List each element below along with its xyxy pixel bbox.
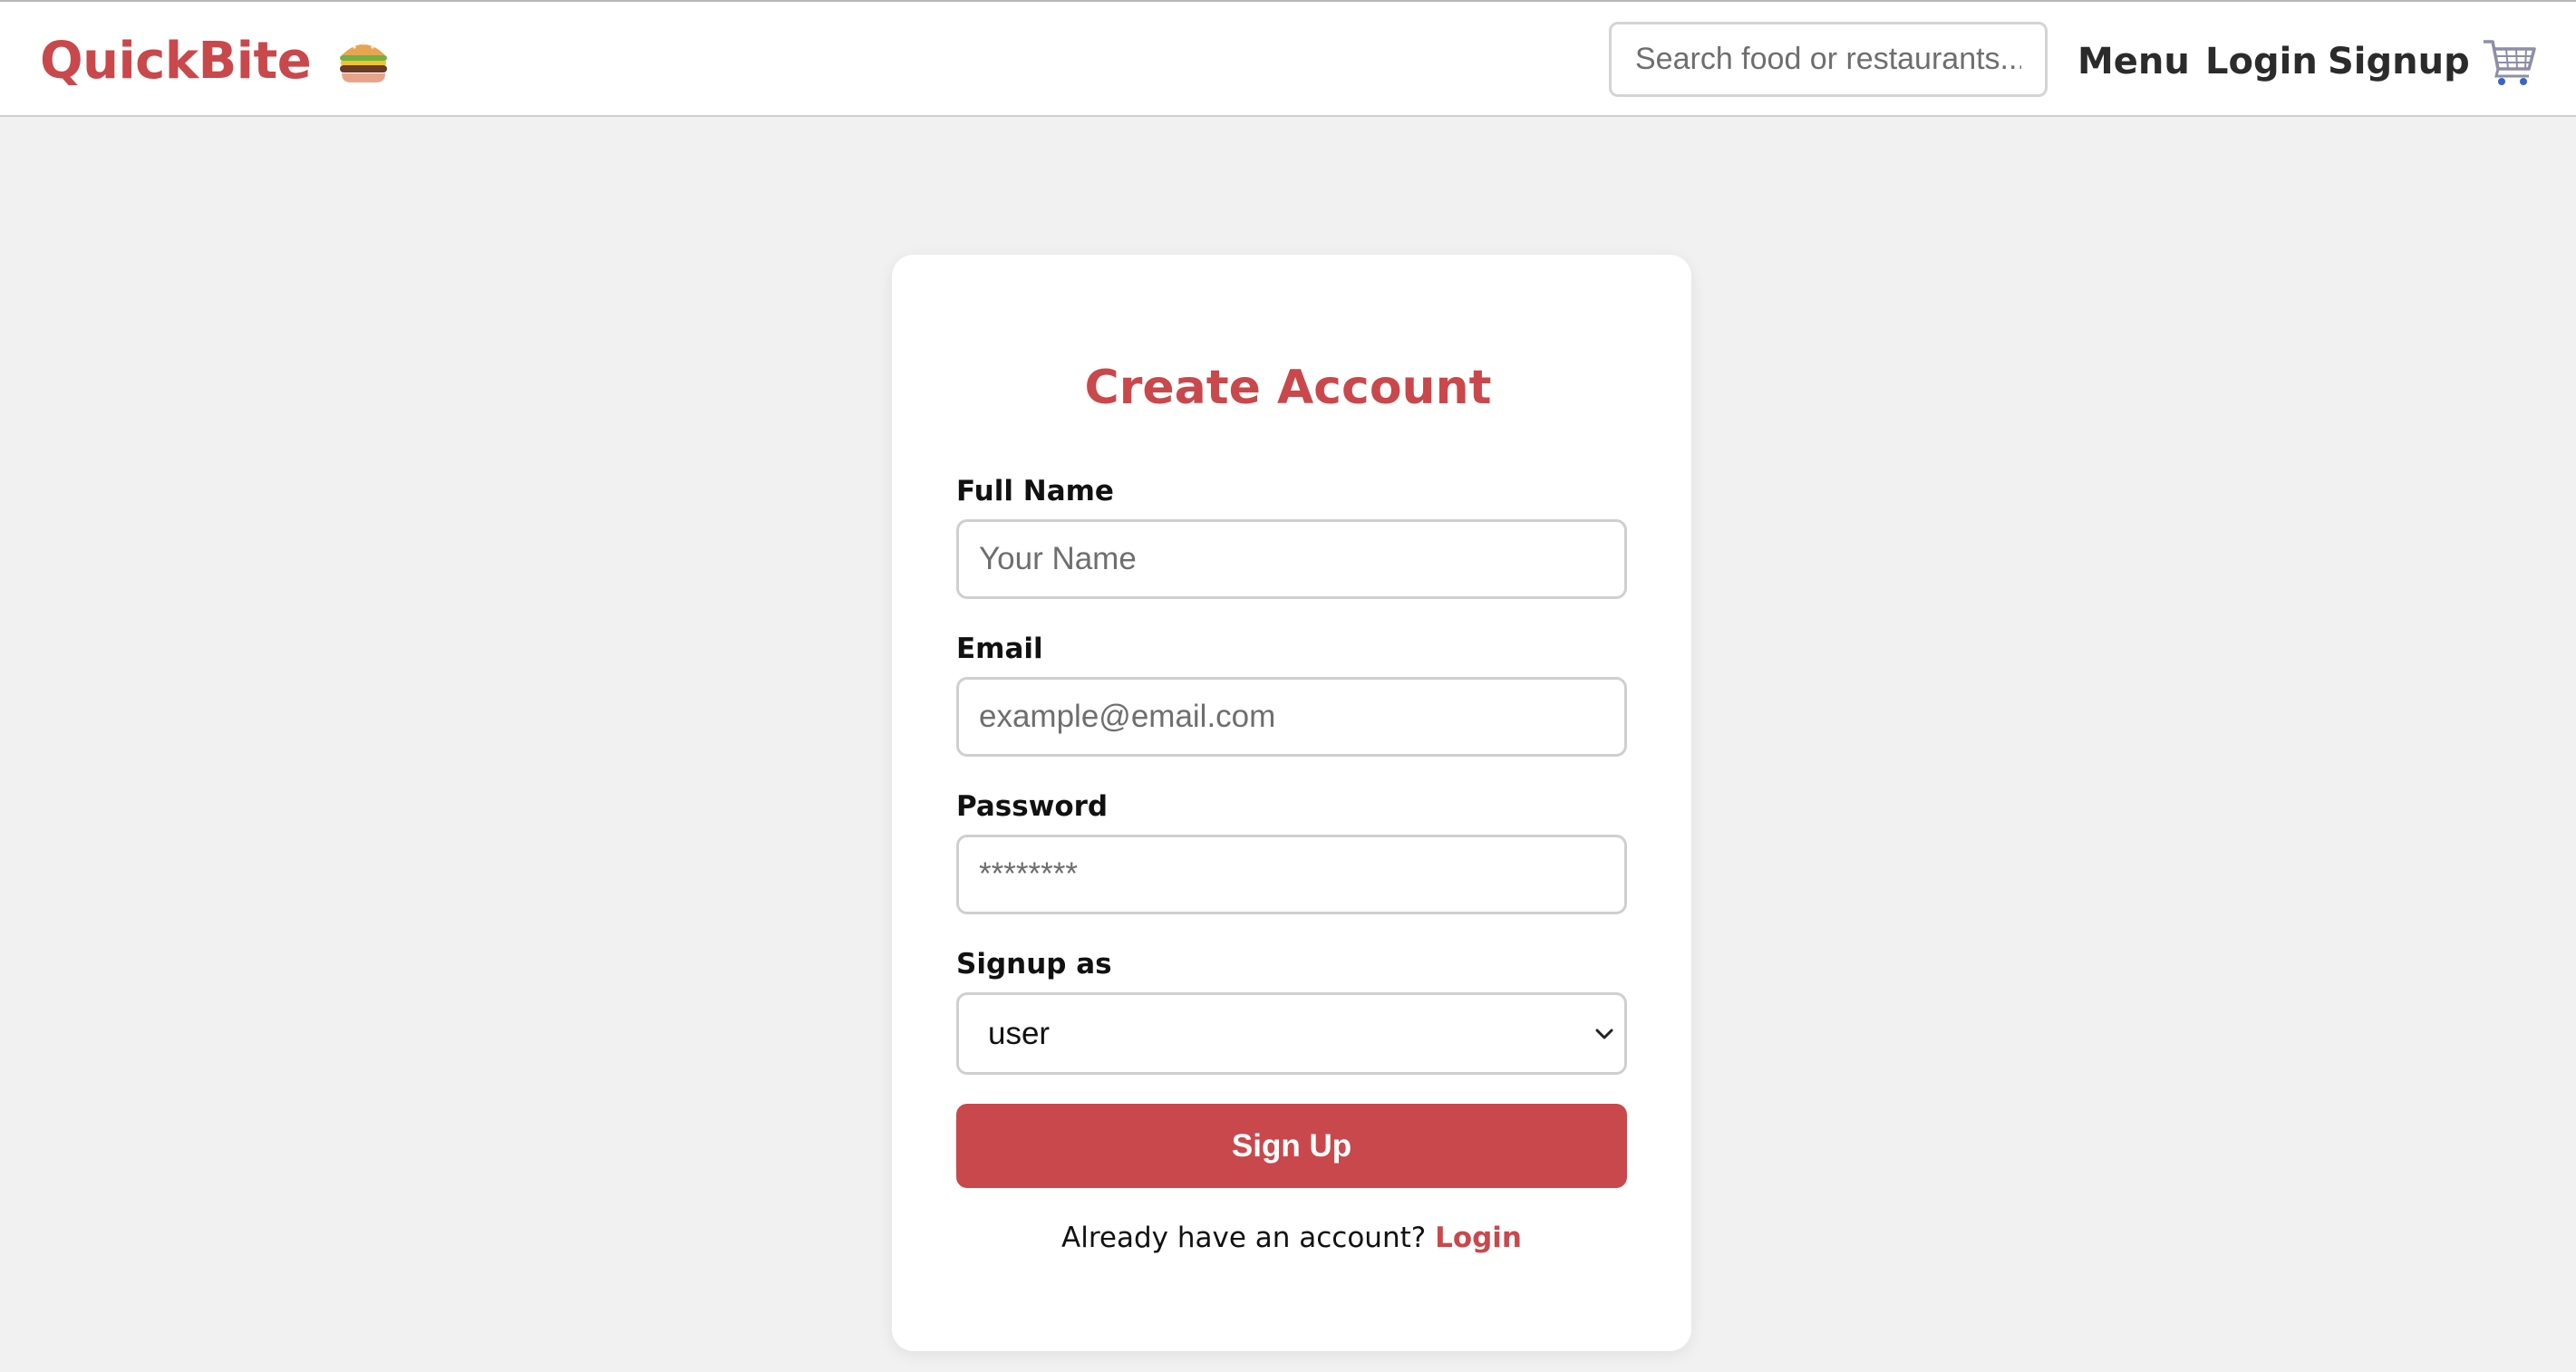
nav-login-link[interactable]: Login xyxy=(2205,36,2318,87)
chevron-down-icon xyxy=(1595,1029,1613,1039)
sign-up-button[interactable]: Sign Up xyxy=(956,1104,1627,1188)
top-navbar: QuickBite Menu Login Signup xyxy=(0,0,2576,117)
shopping-cart-icon[interactable] xyxy=(2482,36,2538,87)
signup-role-value: user xyxy=(988,1016,1051,1051)
password-input[interactable] xyxy=(956,835,1627,914)
email-input[interactable] xyxy=(956,677,1627,757)
signup-role-select[interactable]: user xyxy=(956,992,1627,1075)
signup-role-label: Signup as xyxy=(956,948,1112,981)
form-title: Create Account xyxy=(1084,361,1492,415)
brand-logo[interactable]: QuickBite xyxy=(40,29,391,92)
login-prompt: Already have an account? Login xyxy=(892,1222,1691,1254)
burger-icon xyxy=(340,42,388,82)
full-name-label: Full Name xyxy=(956,475,1114,507)
nav-signup-link[interactable]: Signup xyxy=(2328,36,2470,87)
login-prompt-text: Already have an account? xyxy=(1061,1222,1427,1254)
password-label: Password xyxy=(956,790,1109,823)
search-input[interactable] xyxy=(1609,22,2048,97)
brand-name[interactable]: QuickBite xyxy=(40,32,312,91)
nav-menu-link[interactable]: Menu xyxy=(2077,36,2190,87)
full-name-input[interactable] xyxy=(956,519,1627,599)
email-label: Email xyxy=(956,633,1043,665)
login-link[interactable]: Login xyxy=(1435,1222,1522,1254)
